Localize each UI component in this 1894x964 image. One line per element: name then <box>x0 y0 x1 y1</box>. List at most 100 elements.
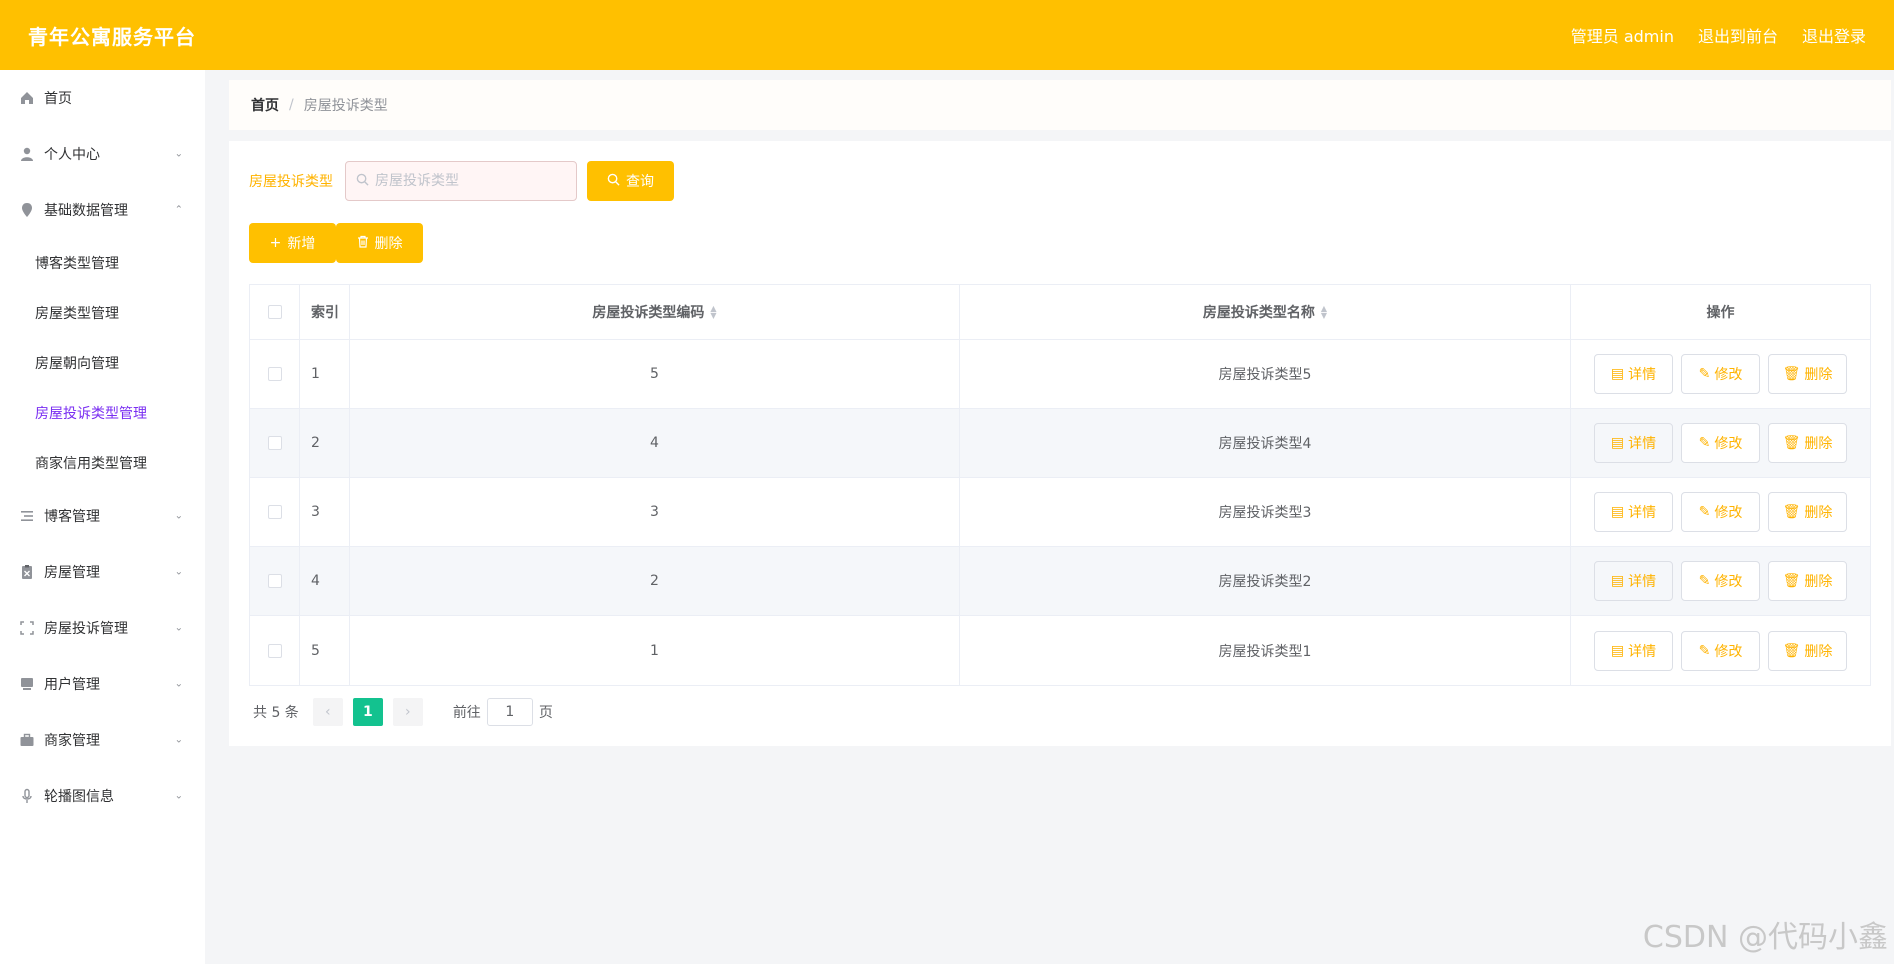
delete-label: 删除 <box>1804 643 1833 660</box>
add-button[interactable]: + 新增 <box>249 223 336 263</box>
sidebar-item-label: 房屋投诉管理 <box>44 621 128 637</box>
search-icon <box>607 173 620 190</box>
row-checkbox[interactable] <box>267 367 282 381</box>
sidebar-item-house-complaint[interactable]: 房屋投诉管理 ⌄ <box>0 600 205 656</box>
header-name[interactable]: 房屋投诉类型名称 ▲ ▼ <box>960 285 1571 339</box>
goto-page-input[interactable] <box>486 698 533 726</box>
delete-button[interactable]: 🗑 删除 <box>1768 561 1847 601</box>
document-icon: ▤ <box>1610 573 1625 589</box>
batch-delete-button[interactable]: 删除 <box>336 223 423 263</box>
row-actions: ▤ 详情 ✎ 修改 🗑 删除 <box>1571 616 1870 685</box>
document-icon: ▤ <box>1610 435 1625 451</box>
edit-button[interactable]: ✎ 修改 <box>1681 561 1760 601</box>
row-checkbox[interactable] <box>267 436 282 450</box>
chevron-left-icon: ‹ <box>325 704 331 720</box>
delete-button[interactable]: 🗑 删除 <box>1768 630 1847 671</box>
chevron-down-icon: ⌄ <box>174 510 183 522</box>
page-suffix: 页 <box>538 705 553 721</box>
row-index: 4 <box>300 547 350 615</box>
delete-label: 删除 <box>1804 367 1833 383</box>
sidebar-item-merchant[interactable]: 商家管理 ⌄ <box>0 712 205 768</box>
search-field[interactable] <box>345 161 577 201</box>
logout-link[interactable]: 退出登录 <box>1802 23 1866 47</box>
detail-button[interactable]: ▤ 详情 <box>1594 561 1673 601</box>
row-checkbox[interactable] <box>267 574 282 588</box>
chevron-up-icon: ⌃ <box>174 204 183 216</box>
sidebar-item-home[interactable]: 首页 <box>0 70 205 126</box>
edit-label: 修改 <box>1714 505 1743 521</box>
detail-button[interactable]: ▤ 详情 <box>1594 354 1673 394</box>
delete-button[interactable]: 🗑 删除 <box>1768 492 1847 532</box>
table-row: 5 1 房屋投诉类型1 ▤ 详情 ✎ 修改 🗑 删除 <box>250 616 1870 685</box>
row-select-cell <box>250 616 300 685</box>
watermark: CSDN @代码小鑫 <box>1642 920 1888 955</box>
row-select-cell <box>250 478 300 546</box>
row-code: 1 <box>350 616 960 685</box>
detail-button[interactable]: ▤ 详情 <box>1594 630 1673 671</box>
document-icon: ▤ <box>1610 642 1625 659</box>
row-checkbox[interactable] <box>267 643 282 658</box>
sidebar-subitem-house-orientation[interactable]: 房屋朝向管理 <box>0 338 205 388</box>
table-row: 3 3 房屋投诉类型3 ▤ 详情 ✎ 修改 🗑 删除 <box>250 478 1870 547</box>
sidebar-subitem-merchant-credit-type[interactable]: 商家信用类型管理 <box>0 438 205 488</box>
select-all-checkbox[interactable] <box>267 305 282 319</box>
table-row: 1 5 房屋投诉类型5 ▤ 详情 ✎ 修改 🗑 删除 <box>250 340 1870 409</box>
page-number-current[interactable]: 1 <box>352 698 383 726</box>
search-label: 房屋投诉类型 <box>249 174 333 190</box>
sidebar-subitem-blog-type[interactable]: 博客类型管理 <box>0 238 205 288</box>
edit-button[interactable]: ✎ 修改 <box>1681 492 1760 532</box>
row-index: 1 <box>300 340 350 408</box>
row-index: 5 <box>300 616 350 685</box>
top-header: 青年公寓服务平台 管理员 admin 退出到前台 退出登录 <box>0 0 1894 70</box>
delete-button[interactable]: 🗑 删除 <box>1768 423 1847 463</box>
sidebar-subitem-complaint-type[interactable]: 房屋投诉类型管理 <box>0 388 205 438</box>
current-user-label: 管理员 admin <box>1570 27 1674 46</box>
edit-button[interactable]: ✎ 修改 <box>1681 630 1760 671</box>
breadcrumb-separator: / <box>289 97 294 113</box>
edit-label: 修改 <box>1714 574 1743 590</box>
back-to-front-link[interactable]: 退出到前台 <box>1698 23 1778 47</box>
sidebar-item-label: 商家管理 <box>44 733 100 749</box>
plus-icon: + <box>269 235 282 251</box>
breadcrumb-home[interactable]: 首页 <box>251 95 279 115</box>
sidebar-item-label: 轮播图信息 <box>44 789 114 805</box>
sidebar-item-house[interactable]: 房屋管理 ⌄ <box>0 544 205 600</box>
edit-button[interactable]: ✎ 修改 <box>1681 423 1760 463</box>
edit-icon: ✎ <box>1698 435 1711 451</box>
edit-icon: ✎ <box>1698 642 1711 659</box>
sidebar-item-label: 房屋管理 <box>44 565 100 581</box>
sidebar-item-basic-data[interactable]: 基础数据管理 ⌃ <box>0 182 205 238</box>
row-checkbox[interactable] <box>267 505 282 519</box>
next-page-button[interactable]: › <box>392 698 423 726</box>
row-name: 房屋投诉类型4 <box>960 409 1571 477</box>
sidebar: 首页 个人中心 ⌄ 基础数据管理 ⌃ 博客类型管理 房屋类型管理 房屋朝向管理 … <box>0 70 205 964</box>
pagination-goto: 前往 页 <box>453 698 553 726</box>
search-input[interactable] <box>375 173 565 189</box>
sidebar-item-personal-center[interactable]: 个人中心 ⌄ <box>0 126 205 182</box>
row-code: 3 <box>350 478 960 546</box>
row-select-cell <box>250 547 300 615</box>
chevron-down-icon: ⌄ <box>174 790 183 802</box>
sort-icon[interactable]: ▲ ▼ <box>710 305 716 320</box>
sidebar-item-user[interactable]: 用户管理 ⌄ <box>0 656 205 712</box>
data-table: 索引 房屋投诉类型编码 ▲ ▼ 房屋投诉类型名称 ▲ ▼ 操作 1 5 房屋投诉类型… <box>249 284 1871 686</box>
sidebar-item-carousel[interactable]: 轮播图信息 ⌄ <box>0 768 205 824</box>
header-name-label: 房屋投诉类型名称 <box>1202 305 1315 321</box>
user-icon <box>18 145 36 163</box>
microphone-icon <box>18 787 36 805</box>
edit-button[interactable]: ✎ 修改 <box>1681 354 1760 394</box>
app-title: 青年公寓服务平台 <box>28 24 196 49</box>
detail-button[interactable]: ▤ 详情 <box>1594 423 1673 463</box>
delete-label: 删除 <box>1804 505 1833 521</box>
header-code[interactable]: 房屋投诉类型编码 ▲ ▼ <box>350 285 960 339</box>
sort-icon[interactable]: ▲ ▼ <box>1321 305 1327 320</box>
delete-label: 删除 <box>1804 436 1833 452</box>
detail-button[interactable]: ▤ 详情 <box>1594 492 1673 532</box>
sidebar-subitem-house-type[interactable]: 房屋类型管理 <box>0 288 205 338</box>
delete-button[interactable]: 🗑 删除 <box>1768 354 1847 394</box>
table-row: 2 4 房屋投诉类型4 ▤ 详情 ✎ 修改 🗑 删除 <box>250 409 1870 478</box>
sidebar-item-blog[interactable]: 博客管理 ⌄ <box>0 488 205 544</box>
search-button[interactable]: 查询 <box>587 161 674 201</box>
table-row: 4 2 房屋投诉类型2 ▤ 详情 ✎ 修改 🗑 删除 <box>250 547 1870 616</box>
prev-page-button[interactable]: ‹ <box>312 698 343 726</box>
